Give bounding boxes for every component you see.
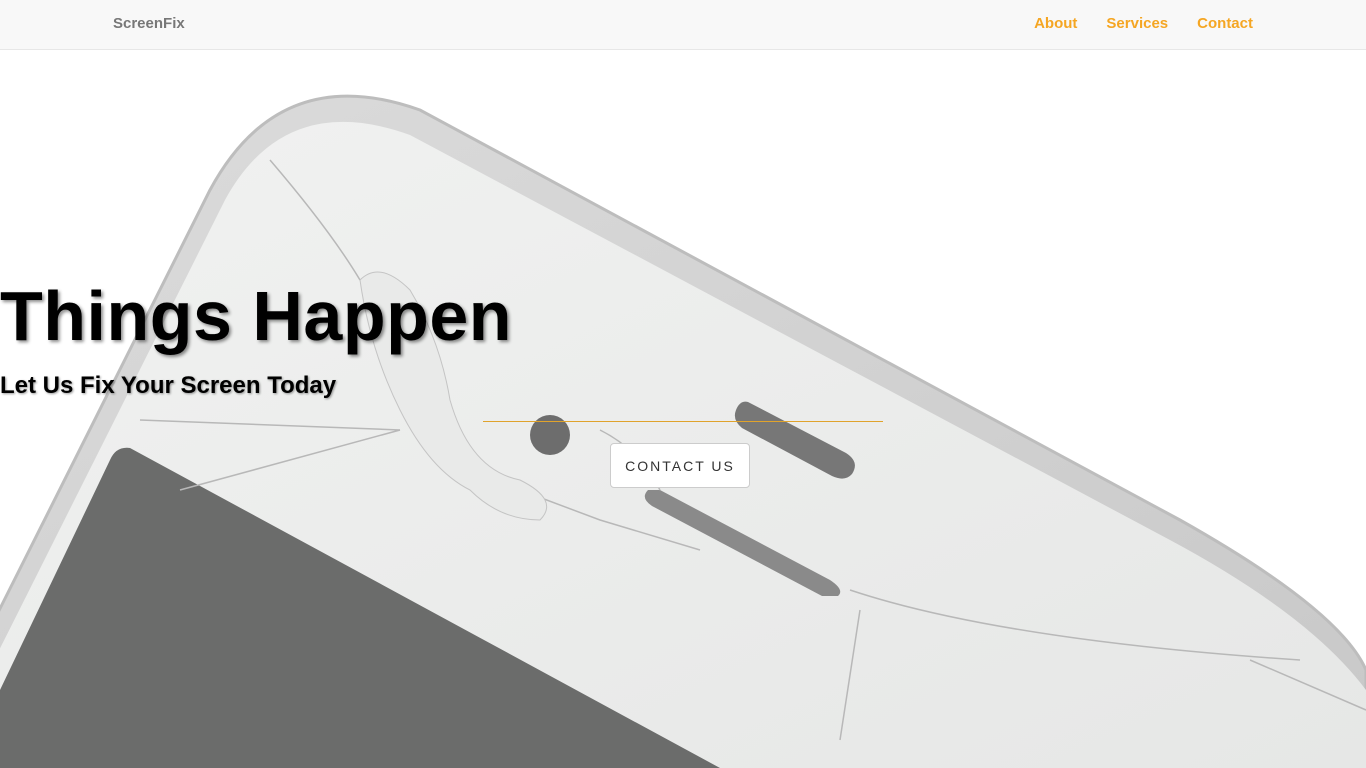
nav-link-about[interactable]: About bbox=[1034, 15, 1077, 32]
cracked-phone-background-image bbox=[0, 94, 1366, 768]
navbar: ScreenFix About Services Contact bbox=[0, 0, 1366, 50]
hero-subtitle: Let Us Fix Your Screen Today bbox=[0, 372, 337, 399]
hero-title: Things Happen bbox=[0, 277, 513, 355]
nav-link-contact[interactable]: Contact bbox=[1197, 15, 1253, 32]
hero-section: Things Happen Let Us Fix Your Screen Tod… bbox=[0, 50, 1366, 768]
nav-links: About Services Contact bbox=[1034, 15, 1253, 32]
hero-divider bbox=[483, 421, 883, 422]
nav-link-services[interactable]: Services bbox=[1106, 15, 1168, 32]
contact-us-button[interactable]: CONTACT US bbox=[610, 443, 750, 488]
brand-link[interactable]: ScreenFix bbox=[113, 15, 185, 32]
